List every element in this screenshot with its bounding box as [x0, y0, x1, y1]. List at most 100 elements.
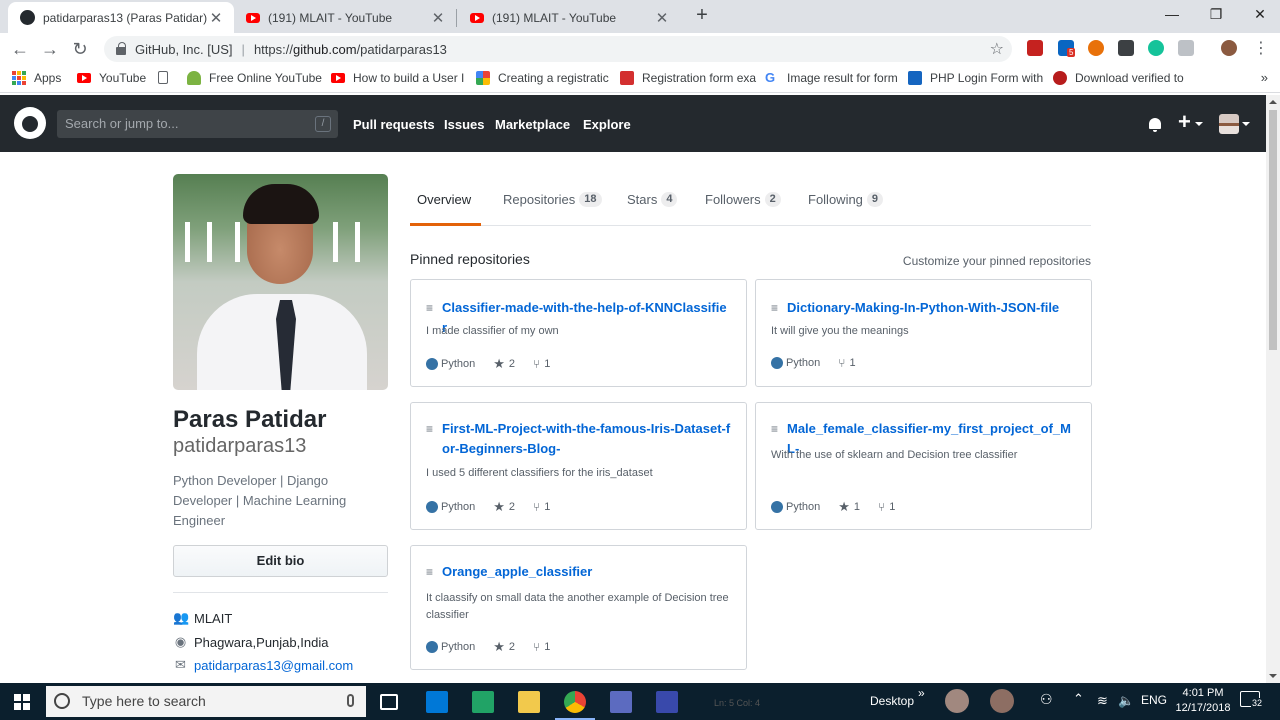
desktop-toolbar-chevron-icon[interactable]: »: [918, 686, 925, 700]
repo-name-link[interactable]: Dictionary-Making-In-Python-With-JSON-fi…: [787, 298, 1059, 318]
fork-icon: ⑂: [838, 356, 846, 370]
tab-repositories[interactable]: Repositories 18: [503, 192, 602, 207]
close-tab-icon[interactable]: ✕: [654, 9, 670, 27]
notifications-bell-icon[interactable]: [1149, 118, 1161, 132]
extension-4-icon[interactable]: [1118, 40, 1134, 56]
bookmark-creating-registration[interactable]: Creating a registratic: [476, 71, 609, 85]
save-app-icon[interactable]: [656, 691, 678, 713]
close-tab-icon[interactable]: ✕: [208, 9, 224, 27]
show-hidden-icons-chevron-up-icon[interactable]: ⌃: [1073, 691, 1084, 707]
input-language[interactable]: ENG: [1141, 693, 1167, 707]
create-chevron-down-icon[interactable]: [1195, 122, 1203, 126]
nav-marketplace[interactable]: Marketplace: [495, 117, 570, 132]
restore-icon[interactable]: ❐: [1194, 0, 1238, 30]
bookmark-blank-page[interactable]: [158, 71, 176, 84]
edit-bio-button[interactable]: Edit bio: [173, 545, 388, 577]
scrollbar-thumb[interactable]: [1269, 110, 1277, 350]
extension-2-icon[interactable]: 5: [1058, 40, 1076, 57]
security-shield-icon[interactable]: [426, 691, 448, 713]
wifi-icon[interactable]: ≋: [1097, 693, 1108, 709]
repo-description: It claassify on small data the another e…: [426, 592, 729, 621]
repo-name-link[interactable]: Orange_apple_classifier: [442, 562, 592, 582]
minimize-icon[interactable]: —: [1150, 0, 1194, 30]
user-menu-chevron-down-icon[interactable]: [1242, 122, 1250, 126]
profile-avatar[interactable]: [173, 174, 388, 390]
bookmark-php-login[interactable]: PHP Login Form with: [908, 71, 1043, 85]
document-icon: [908, 71, 922, 85]
youtube-icon: [331, 73, 345, 83]
bookmark-youtube[interactable]: YouTube: [77, 71, 146, 85]
pycharm-icon[interactable]: [472, 691, 494, 713]
profile-avatar-icon[interactable]: [1221, 40, 1237, 56]
back-icon[interactable]: ←: [9, 38, 31, 60]
nav-issues[interactable]: Issues: [444, 117, 484, 132]
tab-stars[interactable]: Stars 4: [627, 192, 678, 207]
reload-icon[interactable]: ↻: [69, 38, 91, 60]
repo-stars[interactable]: 2: [509, 501, 515, 513]
chrome-menu-icon[interactable]: ⋮: [1250, 38, 1272, 60]
address-bar[interactable]: GitHub, Inc. [US] | https://github.com/p…: [104, 36, 1012, 62]
bookmark-registration-form[interactable]: Registration form exa: [620, 71, 756, 85]
customize-pinned-link[interactable]: Customize your pinned repositories: [903, 254, 1091, 268]
bookmarks-overflow-icon[interactable]: »: [1261, 70, 1268, 85]
bookmark-download-verified[interactable]: Download verified to: [1053, 71, 1184, 85]
microphone-icon[interactable]: [347, 694, 354, 707]
tab-overview[interactable]: Overview: [417, 192, 471, 207]
repo-forks[interactable]: 1: [544, 358, 550, 370]
contact-avatar[interactable]: [990, 689, 1014, 713]
bookmark-star-icon[interactable]: ☆: [990, 39, 1004, 59]
windows-start-icon[interactable]: [14, 694, 30, 710]
bookmark-image-result[interactable]: G Image result for form: [765, 71, 898, 86]
bookmark-how-to-build[interactable]: How to build a User I: [331, 71, 464, 85]
grammarly-icon[interactable]: [1148, 40, 1164, 56]
scroll-down-icon[interactable]: [1269, 674, 1277, 678]
close-tab-icon[interactable]: ✕: [430, 9, 446, 27]
browser-tab-youtube-1[interactable]: (191) MLAIT - YouTube ✕: [234, 2, 456, 33]
tab-following[interactable]: Following 9: [808, 192, 884, 207]
tab-count: 2: [764, 192, 781, 207]
browser-tab-github-profile[interactable]: patidarparas13 (Paras Patidar) ✕: [8, 2, 234, 33]
file-explorer-icon[interactable]: [518, 691, 540, 713]
background-pole: [207, 222, 212, 262]
close-window-icon[interactable]: ✕: [1238, 0, 1280, 30]
search-input[interactable]: Search or jump to... /: [57, 110, 338, 138]
extension-1-icon[interactable]: [1027, 40, 1043, 56]
email-link[interactable]: patidarparas13@gmail.com: [194, 658, 353, 673]
people-icon[interactable]: ⚇: [1040, 691, 1053, 708]
extension-3-icon[interactable]: [1088, 40, 1104, 56]
tab-followers[interactable]: Followers 2: [705, 192, 781, 207]
github-logo-icon[interactable]: [14, 107, 46, 139]
nav-explore[interactable]: Explore: [583, 117, 631, 132]
chrome-icon[interactable]: [564, 691, 586, 713]
desktop-toolbar-label[interactable]: Desktop: [870, 694, 914, 708]
forward-icon[interactable]: →: [39, 38, 61, 60]
user-avatar[interactable]: [1219, 114, 1239, 134]
volume-icon[interactable]: 🔈: [1118, 693, 1134, 709]
nav-pull-requests[interactable]: Pull requests: [353, 117, 435, 132]
taskbar-search-input[interactable]: Type here to search: [46, 686, 366, 717]
new-tab-icon[interactable]: +: [692, 5, 712, 26]
repo-forks[interactable]: 1: [544, 641, 550, 653]
repo-stars[interactable]: 1: [854, 501, 860, 513]
repo-forks[interactable]: 1: [544, 501, 550, 513]
action-center-icon[interactable]: 32: [1240, 691, 1264, 708]
repo-stars[interactable]: 2: [509, 358, 515, 370]
create-new-plus-icon[interactable]: +: [1178, 109, 1191, 135]
repo-name-link[interactable]: First-ML-Project-with-the-famous-Iris-Da…: [442, 419, 731, 459]
youtube-favicon-icon: [470, 12, 484, 23]
repo-forks[interactable]: 1: [849, 357, 855, 369]
bookmark-apps[interactable]: Apps: [12, 71, 61, 85]
background-pole: [355, 222, 360, 262]
contact-avatar[interactable]: [945, 689, 969, 713]
repo-forks[interactable]: 1: [889, 501, 895, 513]
task-view-icon[interactable]: [380, 694, 398, 710]
drive-icon[interactable]: [1178, 40, 1194, 56]
system-clock[interactable]: 4:01 PM 12/17/2018: [1172, 686, 1234, 716]
bookmark-free-online-youtube[interactable]: Free Online YouTube: [187, 71, 322, 85]
fork-icon: ⑂: [533, 357, 541, 371]
browser-tab-youtube-2[interactable]: (191) MLAIT - YouTube ✕: [458, 2, 680, 33]
repo-stars[interactable]: 2: [509, 641, 515, 653]
app-icon[interactable]: [610, 691, 632, 713]
page-scrollbar[interactable]: [1266, 95, 1280, 683]
scroll-up-icon[interactable]: [1269, 100, 1277, 104]
